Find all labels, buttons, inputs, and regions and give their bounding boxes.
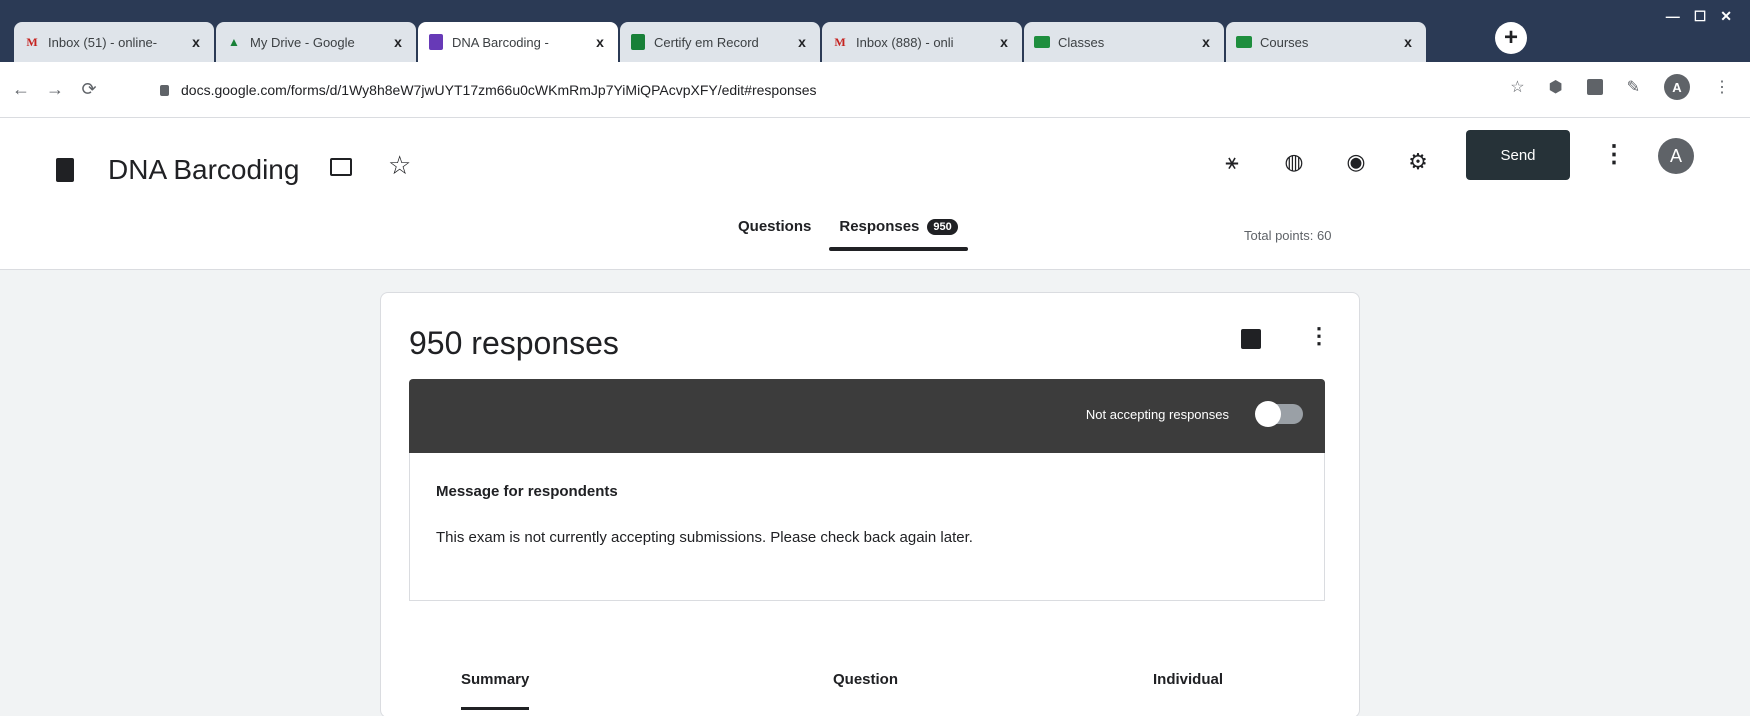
message-heading: Message for respondents	[436, 483, 618, 500]
maximize-icon[interactable]: ☐	[1694, 8, 1707, 25]
back-icon[interactable]: ←	[8, 79, 34, 100]
address-bar[interactable]: docs.google.com/forms/d/1Wy8h8eW7jwUYT17…	[160, 74, 1460, 106]
response-view-tabs: Summary Question Individual	[381, 649, 1361, 716]
tab-questions[interactable]: Questions	[738, 218, 811, 251]
tab-label: Courses	[1260, 34, 1309, 50]
browser-tab-strip: M Inbox (51) - online- x ▲ My Drive - Go…	[0, 0, 1750, 62]
lock-icon	[160, 84, 169, 96]
browser-menu-icon[interactable]: ⋮	[1714, 77, 1730, 97]
tab-label: Inbox (888) - onli	[856, 34, 954, 50]
browser-tab-active[interactable]: DNA Barcoding - x	[418, 22, 618, 62]
star-icon[interactable]: ☆	[388, 150, 411, 181]
close-tab-icon[interactable]: x	[188, 34, 204, 50]
drive-icon: ▲	[228, 35, 240, 49]
forms-doc-icon[interactable]	[56, 158, 74, 182]
browser-tab[interactable]: M Inbox (888) - onli x	[822, 22, 1022, 62]
sheets-icon	[630, 34, 646, 50]
main-content: 950 responses ⋮ Not accepting responses …	[0, 270, 1750, 716]
palette-icon[interactable]: ◍	[1280, 148, 1308, 176]
browser-tab[interactable]: M Inbox (51) - online- x	[14, 22, 214, 62]
tab-label: Classes	[1058, 34, 1105, 50]
browser-toolbar: ← → ⟳ docs.google.com/forms/d/1Wy8h8eW7j…	[0, 62, 1750, 118]
forms-icon	[428, 34, 444, 50]
responses-more-icon[interactable]: ⋮	[1308, 323, 1330, 349]
sheets-link-icon[interactable]	[1241, 329, 1261, 349]
responses-card: 950 responses ⋮ Not accepting responses …	[380, 292, 1360, 716]
preview-eye-icon[interactable]: ◉	[1342, 148, 1370, 176]
classroom-icon	[1034, 34, 1050, 50]
settings-gear-icon[interactable]: ⚙	[1404, 148, 1432, 176]
forms-header: DNA Barcoding ☆ ⚹ ◍ ◉ ⚙ Send ⋮ A Questio…	[0, 118, 1750, 270]
more-options-icon[interactable]: ⋮	[1602, 140, 1626, 169]
send-button[interactable]: Send	[1466, 130, 1570, 180]
close-tab-icon[interactable]: x	[1198, 34, 1214, 50]
tab-label: Inbox (51) - online-	[48, 34, 158, 50]
accepting-responses-bar: Not accepting responses	[409, 379, 1325, 453]
tab-list: M Inbox (51) - online- x ▲ My Drive - Go…	[14, 18, 1428, 62]
extensions-area: ☆ ⬢ ✎ A ⋮	[1510, 74, 1730, 100]
tab-individual[interactable]: Individual	[1153, 671, 1223, 688]
gmail-icon: M	[834, 34, 846, 49]
accepting-status-label: Not accepting responses	[1085, 407, 1229, 422]
close-window-icon[interactable]: ✕	[1720, 8, 1732, 25]
addon-icon[interactable]: ⚹	[1218, 148, 1246, 176]
window-controls: — ☐ ✕	[1666, 8, 1732, 25]
tab-label: Certify em Record	[654, 34, 759, 50]
tab-label: DNA Barcoding -	[452, 34, 549, 50]
classroom-icon	[1236, 34, 1252, 50]
close-tab-icon[interactable]: x	[996, 34, 1012, 50]
bookmark-star-icon[interactable]: ☆	[1510, 77, 1524, 97]
responses-count-title: 950 responses	[409, 325, 619, 361]
extension-icon[interactable]: ⬢	[1549, 77, 1563, 97]
folder-icon[interactable]	[330, 158, 352, 176]
tab-label: My Drive - Google	[250, 34, 355, 50]
forward-icon[interactable]: →	[42, 79, 68, 100]
minimize-icon[interactable]: —	[1666, 8, 1680, 25]
respondent-message-box: Message for respondents This exam is not…	[409, 453, 1325, 601]
main-tabs: Questions Responses 950	[738, 218, 969, 251]
reload-icon[interactable]: ⟳	[76, 79, 102, 100]
browser-tab[interactable]: Classes x	[1024, 22, 1224, 62]
form-title[interactable]: DNA Barcoding	[108, 154, 299, 186]
total-points: Total points: 60	[1244, 228, 1332, 243]
pen-icon[interactable]: ✎	[1627, 77, 1640, 97]
close-tab-icon[interactable]: x	[390, 34, 406, 50]
tab-question[interactable]: Question	[833, 671, 898, 688]
message-text-field[interactable]: This exam is not currently accepting sub…	[436, 529, 973, 546]
tab-label: Responses	[839, 218, 920, 235]
gmail-icon: M	[26, 34, 38, 49]
browser-tab[interactable]: Courses x	[1226, 22, 1426, 62]
close-tab-icon[interactable]: x	[592, 34, 608, 50]
header-icons: ⚹ ◍ ◉ ⚙	[1218, 148, 1432, 176]
extension-square-icon[interactable]	[1586, 79, 1603, 95]
tab-summary[interactable]: Summary	[461, 671, 530, 710]
url-text: docs.google.com/forms/d/1Wy8h8eW7jwUYT17…	[181, 82, 817, 98]
browser-tab[interactable]: ▲ My Drive - Google x	[216, 22, 416, 62]
accepting-responses-toggle[interactable]	[1255, 401, 1303, 427]
tab-label: Questions	[738, 218, 812, 235]
browser-tab[interactable]: Certify em Record x	[620, 22, 820, 62]
close-tab-icon[interactable]: x	[1400, 34, 1416, 50]
account-avatar[interactable]: A	[1658, 138, 1694, 174]
new-tab-button[interactable]: +	[1495, 22, 1527, 54]
responses-count-badge: 950	[927, 218, 958, 235]
tab-responses[interactable]: Responses 950	[829, 218, 969, 251]
browser-profile-avatar[interactable]: A	[1664, 74, 1690, 100]
close-tab-icon[interactable]: x	[794, 34, 810, 50]
